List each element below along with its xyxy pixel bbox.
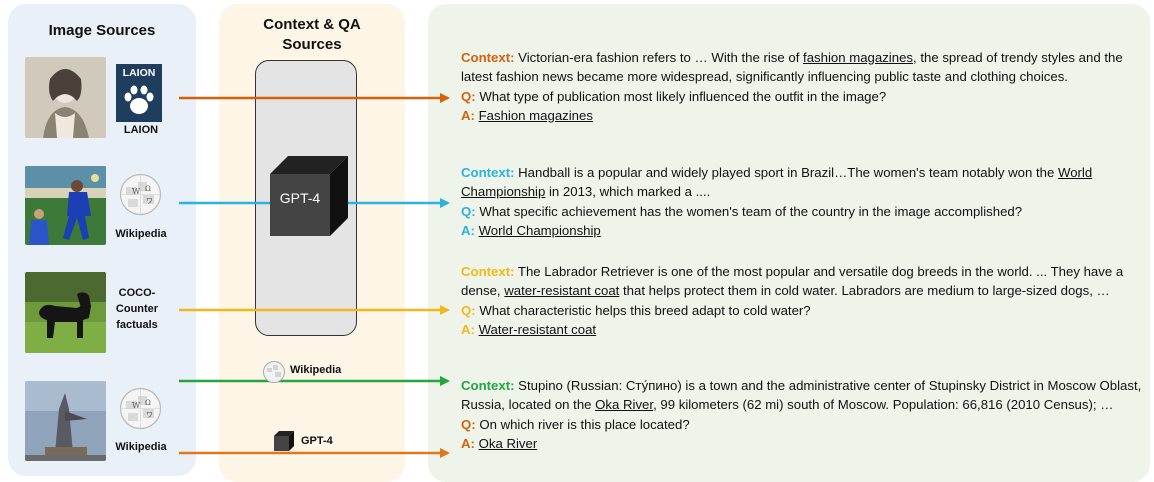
wikipedia-small-label: Wikipedia — [290, 364, 342, 376]
question-text: Q: What characteristic helps this breed … — [461, 302, 811, 318]
gpt4-small-label: GPT-4 — [301, 435, 333, 447]
qa-example-3: Context: The Labrador Retriever is one o… — [461, 262, 1151, 339]
context-text: Context: Victorian-era fashion refers to… — [461, 50, 1123, 85]
context-label: Context: — [461, 50, 515, 65]
answer-text: A: Oka River — [461, 435, 538, 451]
answer-text: A: Fashion magazines — [461, 107, 593, 123]
context-key-phrase: Oka River — [595, 397, 654, 413]
qa-example-4: Context: Stupino (Russian: Сту́пино) is … — [461, 376, 1151, 453]
context-text: Context: Stupino (Russian: Сту́пино) is … — [461, 378, 1142, 413]
answer-text: A: Water-resistant coat — [461, 321, 597, 337]
question-text: Q: What type of publication most likely … — [461, 88, 887, 104]
context-key-phrase: water-resistant coat — [504, 283, 620, 299]
question-text: Q: What specific achievement has the wom… — [461, 203, 1023, 219]
wikipedia-small-icon — [263, 361, 285, 383]
answer-text: A: World Championship — [461, 222, 601, 238]
question-text: Q: On which river is this place located? — [461, 416, 690, 432]
gpt4-cube-label: GPT-4 — [279, 190, 321, 206]
context-label: Context: — [461, 264, 515, 279]
context-label: Context: — [461, 378, 515, 393]
context-key-phrase: fashion magazines — [803, 50, 913, 65]
context-label: Context: — [461, 165, 515, 180]
qa-example-1: Context: Victorian-era fashion refers to… — [461, 48, 1151, 125]
context-text: Context: Handball is a popular and widel… — [461, 165, 1093, 200]
qa-example-2: Context: Handball is a popular and widel… — [461, 163, 1151, 240]
context-text: Context: The Labrador Retriever is one o… — [461, 264, 1124, 299]
gpt4-small-icon — [274, 431, 294, 451]
